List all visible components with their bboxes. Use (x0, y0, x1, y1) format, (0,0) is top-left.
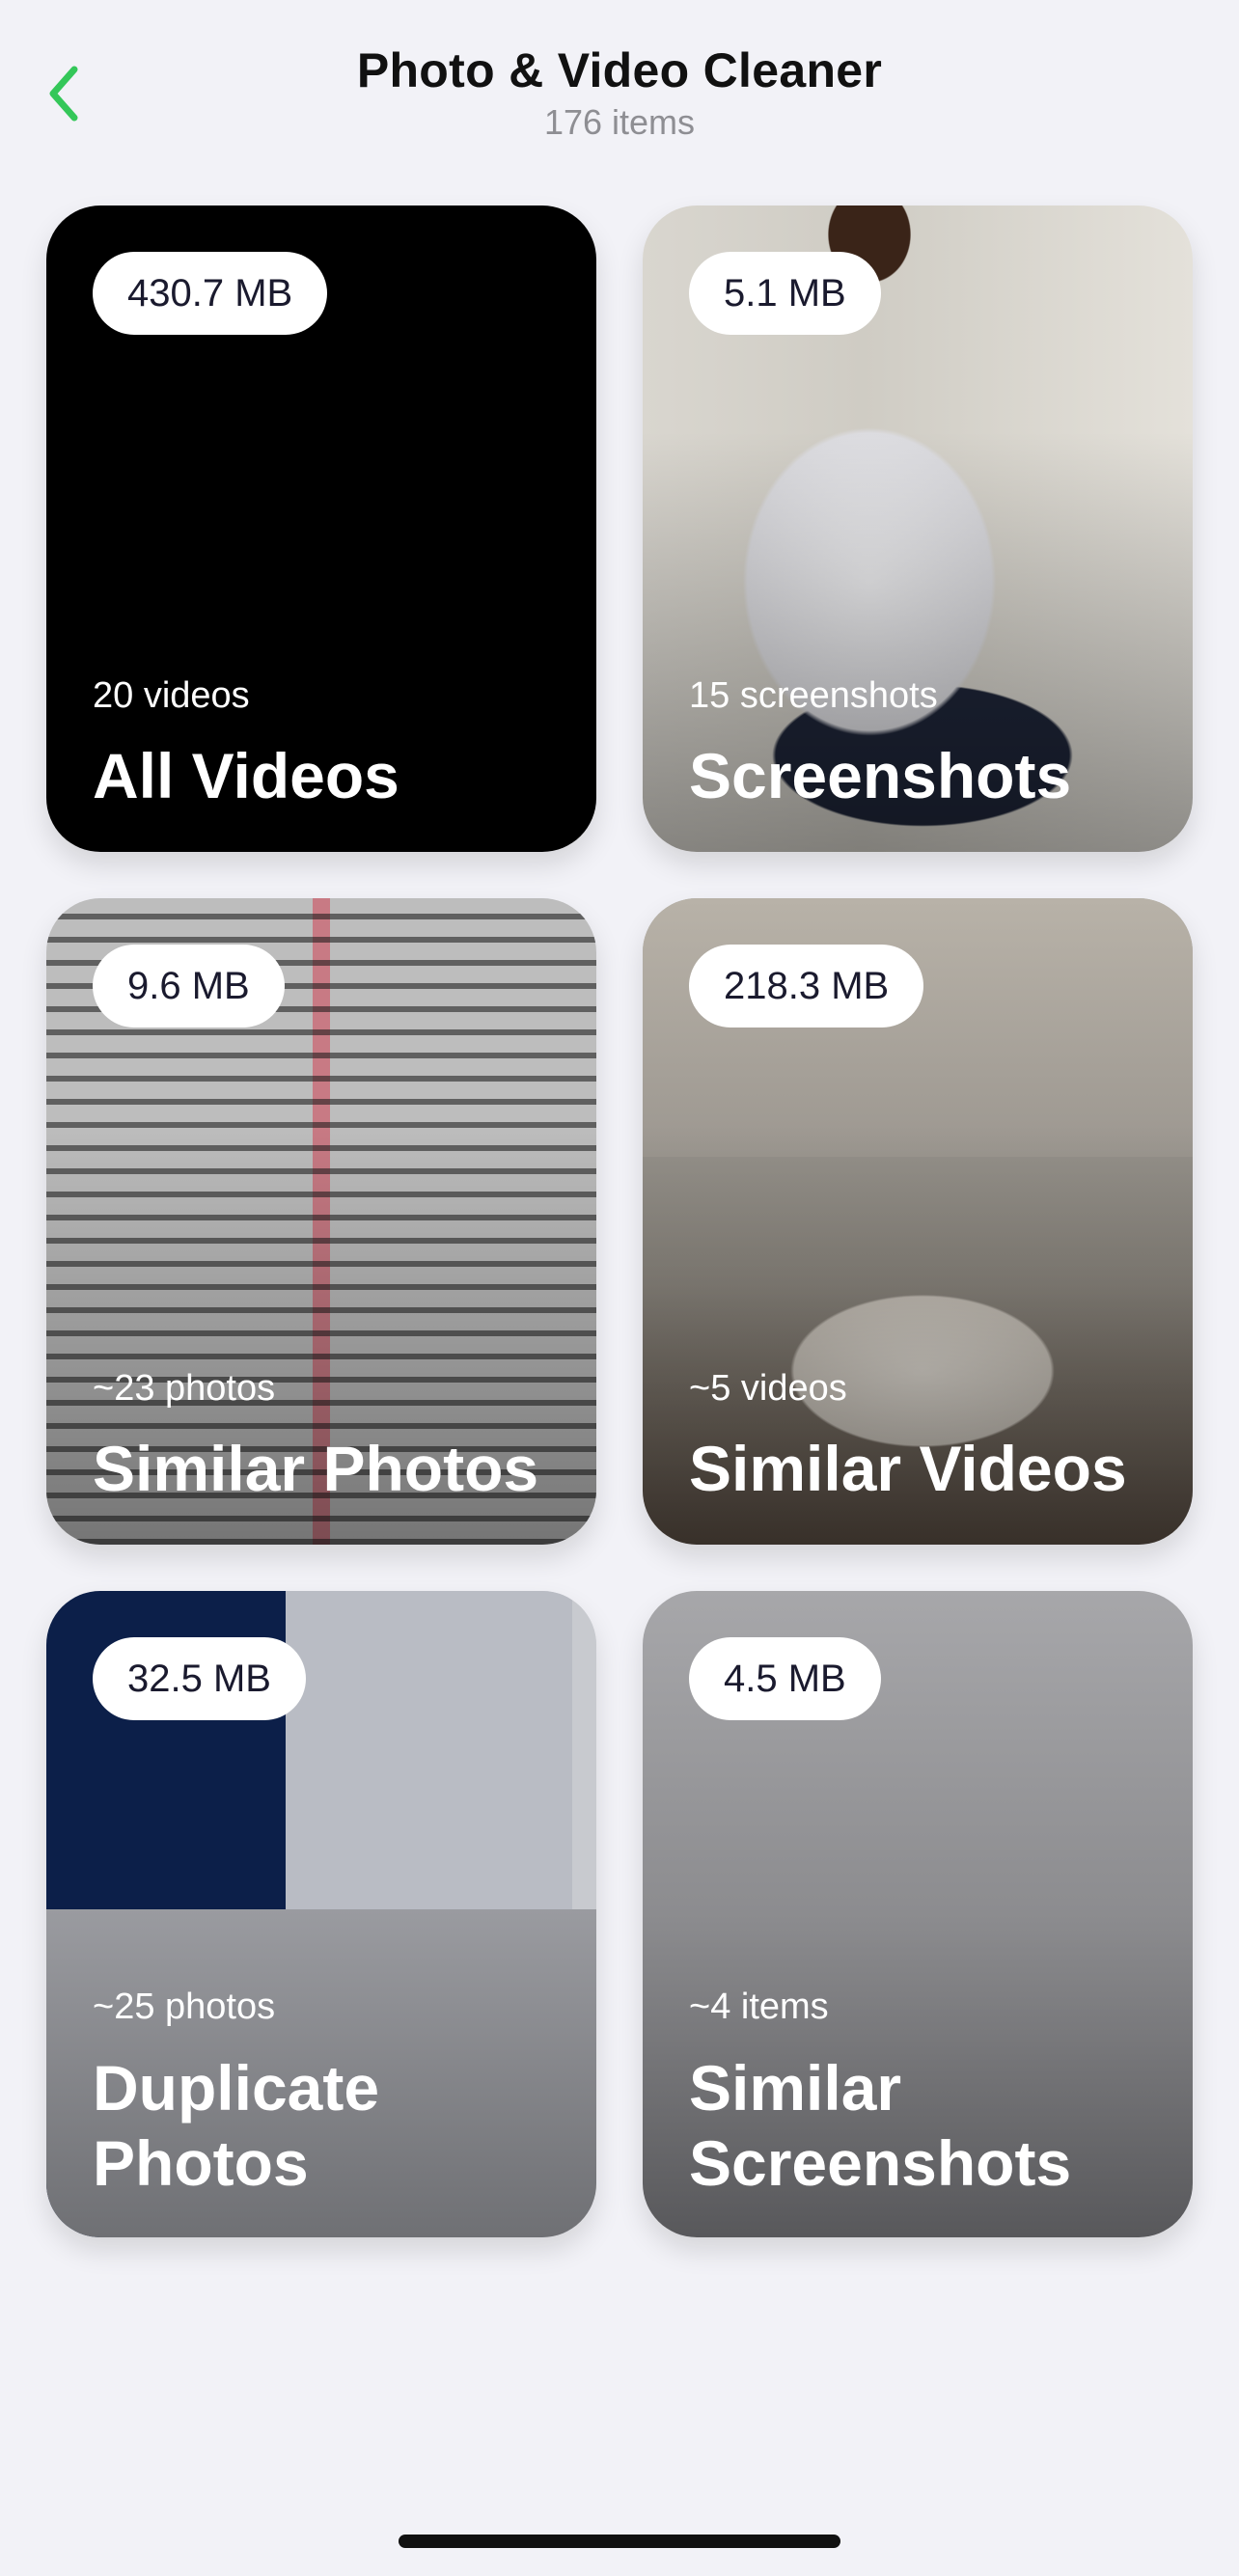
card-similar-screenshots[interactable]: 4.5 MB ~4 items Similar Screenshots (643, 1591, 1193, 2237)
card-label: All Videos (93, 740, 399, 811)
size-badge: 4.5 MB (689, 1637, 881, 1720)
size-badge: 430.7 MB (93, 252, 328, 335)
card-label: Duplicate Photos (93, 2052, 380, 2199)
card-count: 15 screenshots (689, 675, 938, 716)
size-badge: 32.5 MB (93, 1637, 306, 1720)
card-all-videos[interactable]: 430.7 MB 20 videos All Videos (46, 206, 596, 852)
card-count: ~5 videos (689, 1368, 847, 1409)
card-similar-photos[interactable]: 9.6 MB ~23 photos Similar Photos (46, 898, 596, 1545)
category-grid: 430.7 MB 20 videos All Videos 5.1 MB 15 … (46, 206, 1193, 2237)
items-count: 176 items (543, 102, 696, 142)
page-title: Photo & Video Cleaner (356, 43, 883, 97)
card-duplicate-photos[interactable]: 32.5 MB ~25 photos Duplicate Photos (46, 1591, 596, 2237)
card-count: 20 videos (93, 675, 250, 716)
card-count: ~25 photos (93, 1987, 276, 2027)
cleaner-screen: Photo & Video Cleaner 176 items 430.7 MB… (0, 0, 1239, 2576)
card-label: Screenshots (689, 740, 1072, 811)
card-count: ~23 photos (93, 1368, 276, 1409)
card-label: Similar Photos (93, 1433, 539, 1504)
card-similar-videos[interactable]: 218.3 MB ~5 videos Similar Videos (643, 898, 1193, 1545)
card-label: Similar Videos (689, 1433, 1127, 1504)
card-count: ~4 items (689, 1987, 829, 2027)
size-badge: 9.6 MB (93, 945, 285, 1028)
size-badge: 218.3 MB (689, 945, 924, 1028)
home-indicator (399, 2535, 840, 2548)
card-label: Similar Screenshots (689, 2052, 1072, 2199)
card-screenshots[interactable]: 5.1 MB 15 screenshots Screenshots (643, 206, 1193, 852)
size-badge: 5.1 MB (689, 252, 881, 335)
